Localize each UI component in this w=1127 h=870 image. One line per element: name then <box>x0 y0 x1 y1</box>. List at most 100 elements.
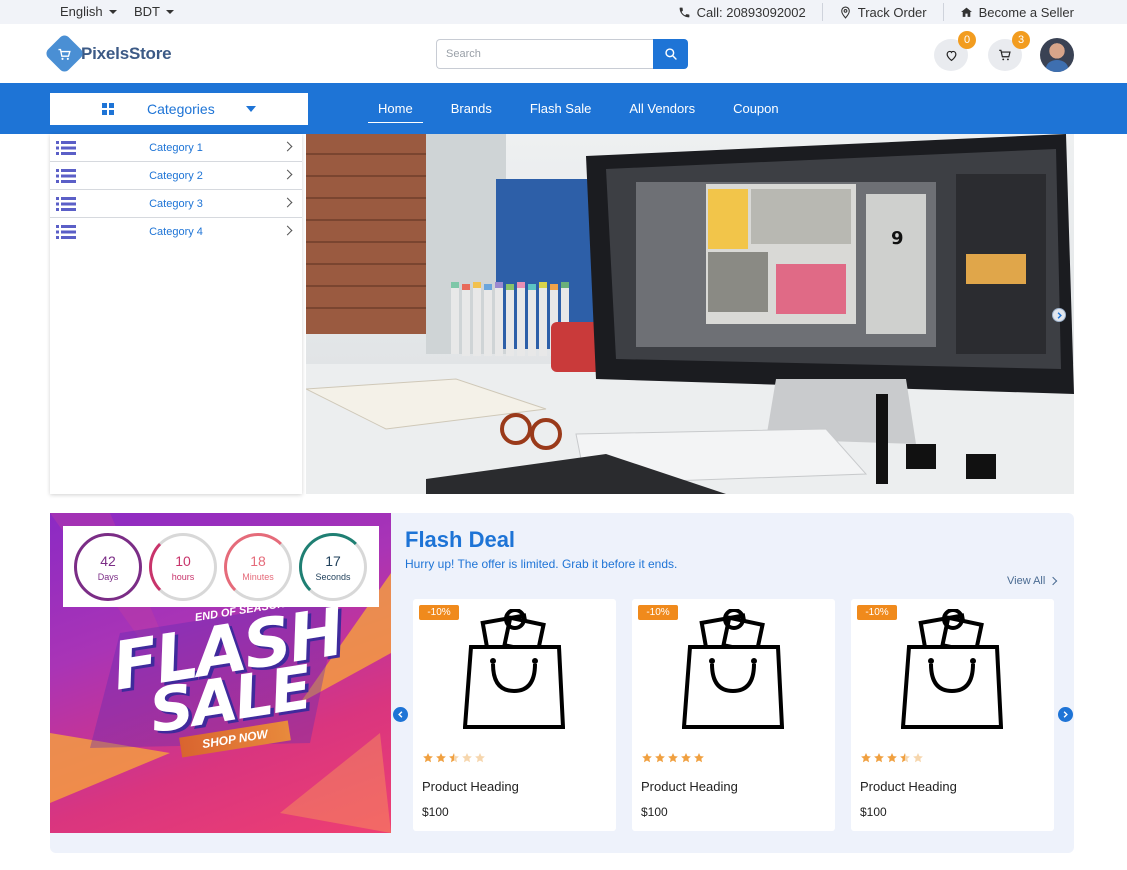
star-icon <box>913 753 923 763</box>
become-seller-text: Become a Seller <box>978 4 1074 20</box>
cart-count-badge: 3 <box>1012 31 1030 49</box>
search-icon <box>664 48 677 60</box>
language-select[interactable]: English <box>60 4 117 19</box>
site-header: PixelsStore 0 3 <box>0 24 1127 83</box>
product-price: $100 <box>422 805 449 819</box>
wishlist-count-badge: 0 <box>958 31 976 49</box>
star-icon <box>423 753 433 763</box>
phone-icon <box>679 7 689 17</box>
product-name: Product Heading <box>860 779 957 794</box>
flash-deal-subtitle: Hurry up! The offer is limited. Grab it … <box>405 557 678 571</box>
hours-value: 10 <box>175 552 191 569</box>
store-icon <box>960 7 972 17</box>
chevron-down-icon <box>246 106 256 112</box>
rating-stars <box>422 752 486 764</box>
star-icon <box>694 753 704 763</box>
chevron-down-icon <box>108 9 117 14</box>
countdown-days: 42 Days <box>74 533 142 601</box>
main-navbar: Categories Home Brands Flash Sale All Ve… <box>0 83 1127 134</box>
star-icon <box>642 753 652 763</box>
shopping-bag-icon <box>901 609 1003 729</box>
seconds-label: Seconds <box>315 571 351 582</box>
user-avatar[interactable] <box>1040 38 1074 72</box>
star-icon <box>668 753 678 763</box>
sidebar-item-category-3[interactable]: Category 3 <box>50 190 302 218</box>
category-sidebar: Category 1 Category 2 Category 3 Categor… <box>50 134 302 494</box>
currency-select[interactable]: BDT <box>134 4 174 19</box>
svg-text:9: 9 <box>891 228 904 249</box>
nav-home[interactable]: Home <box>368 83 423 123</box>
cart-button[interactable]: 3 <box>988 31 1030 71</box>
product-card[interactable]: -10% Product Heading $100 <box>632 599 835 831</box>
star-icon <box>887 753 897 763</box>
star-icon <box>475 753 485 763</box>
star-icon <box>655 753 665 763</box>
view-all-link[interactable]: View All <box>1007 575 1058 587</box>
become-seller-link[interactable]: Become a Seller <box>942 3 1074 21</box>
star-icon <box>874 753 884 763</box>
chevron-down-icon <box>166 9 174 14</box>
star-icon <box>681 753 691 763</box>
star-icon <box>861 753 871 763</box>
view-all-label: View All <box>1007 575 1046 587</box>
search-input[interactable] <box>436 39 653 69</box>
categories-dropdown[interactable]: Categories <box>50 93 308 125</box>
days-value: 42 <box>100 552 116 569</box>
brand-logo[interactable]: PixelsStore <box>43 32 172 75</box>
nav-all-vendors[interactable]: All Vendors <box>619 83 705 123</box>
hero-image: 9 <box>306 134 1074 494</box>
nav-menu: Home Brands Flash Sale All Vendors Coupo… <box>368 83 807 134</box>
flash-deal-title: Flash Deal <box>405 527 516 552</box>
slider-next-button[interactable] <box>1052 308 1066 322</box>
search-bar <box>436 39 688 69</box>
grid-icon <box>102 103 114 115</box>
sidebar-item-category-1[interactable]: Category 1 <box>50 134 302 162</box>
track-order-text: Track Order <box>857 4 927 20</box>
nav-coupon[interactable]: Coupon <box>723 83 789 123</box>
sidebar-item-category-4[interactable]: Category 4 <box>50 218 302 246</box>
product-name: Product Heading <box>422 779 519 794</box>
shopping-bag-icon <box>463 609 565 729</box>
product-price: $100 <box>860 805 887 819</box>
carousel-next-button[interactable] <box>1058 707 1073 722</box>
shopping-bag-icon <box>682 609 784 729</box>
flash-sale-promo-banner[interactable]: END OF SEASON FLASH SALE SHOP NOW 42 Day… <box>50 513 391 833</box>
rating-stars <box>641 752 705 764</box>
discount-badge: -10% <box>419 605 459 620</box>
countdown-hours: 10 hours <box>149 533 217 601</box>
product-price: $100 <box>641 805 668 819</box>
search-button[interactable] <box>653 39 688 69</box>
category-label: Category 4 <box>149 226 203 238</box>
currency-label: BDT <box>134 4 160 19</box>
countdown-timer: 42 Days 10 hours 18 Minutes 17 Seconds <box>63 526 379 607</box>
top-bar: English BDT Call: 20893092002 Track Orde… <box>0 0 1127 24</box>
nav-flash-sale[interactable]: Flash Sale <box>520 83 601 123</box>
cart-logo-icon <box>43 32 86 75</box>
discount-badge: -10% <box>857 605 897 620</box>
countdown-minutes: 18 Minutes <box>224 533 292 601</box>
star-icon <box>436 753 446 763</box>
product-name: Product Heading <box>641 779 738 794</box>
heart-icon <box>946 50 956 61</box>
chevron-right-icon <box>1063 711 1068 718</box>
days-label: Days <box>97 571 119 582</box>
categories-label: Categories <box>147 101 215 117</box>
chevron-right-icon <box>1057 311 1062 319</box>
discount-badge: -10% <box>638 605 678 620</box>
countdown-seconds: 17 Seconds <box>299 533 367 601</box>
wishlist-button[interactable]: 0 <box>934 31 976 71</box>
minutes-label: Minutes <box>242 571 274 582</box>
cart-icon <box>999 49 1011 61</box>
nav-brands[interactable]: Brands <box>441 83 502 123</box>
chevron-right-icon <box>1049 576 1058 586</box>
hero-banner[interactable]: 9 <box>306 134 1074 494</box>
track-order-link[interactable]: Track Order <box>821 3 943 21</box>
sidebar-item-category-2[interactable]: Category 2 <box>50 162 302 190</box>
star-icon <box>900 753 910 763</box>
call-link[interactable]: Call: 20893092002 <box>662 3 822 21</box>
minutes-value: 18 <box>250 552 266 569</box>
carousel-prev-button[interactable] <box>393 707 408 722</box>
product-card[interactable]: -10% Product Heading $100 <box>413 599 616 831</box>
product-card[interactable]: -10% Product Heading $100 <box>851 599 1054 831</box>
language-label: English <box>60 4 103 19</box>
